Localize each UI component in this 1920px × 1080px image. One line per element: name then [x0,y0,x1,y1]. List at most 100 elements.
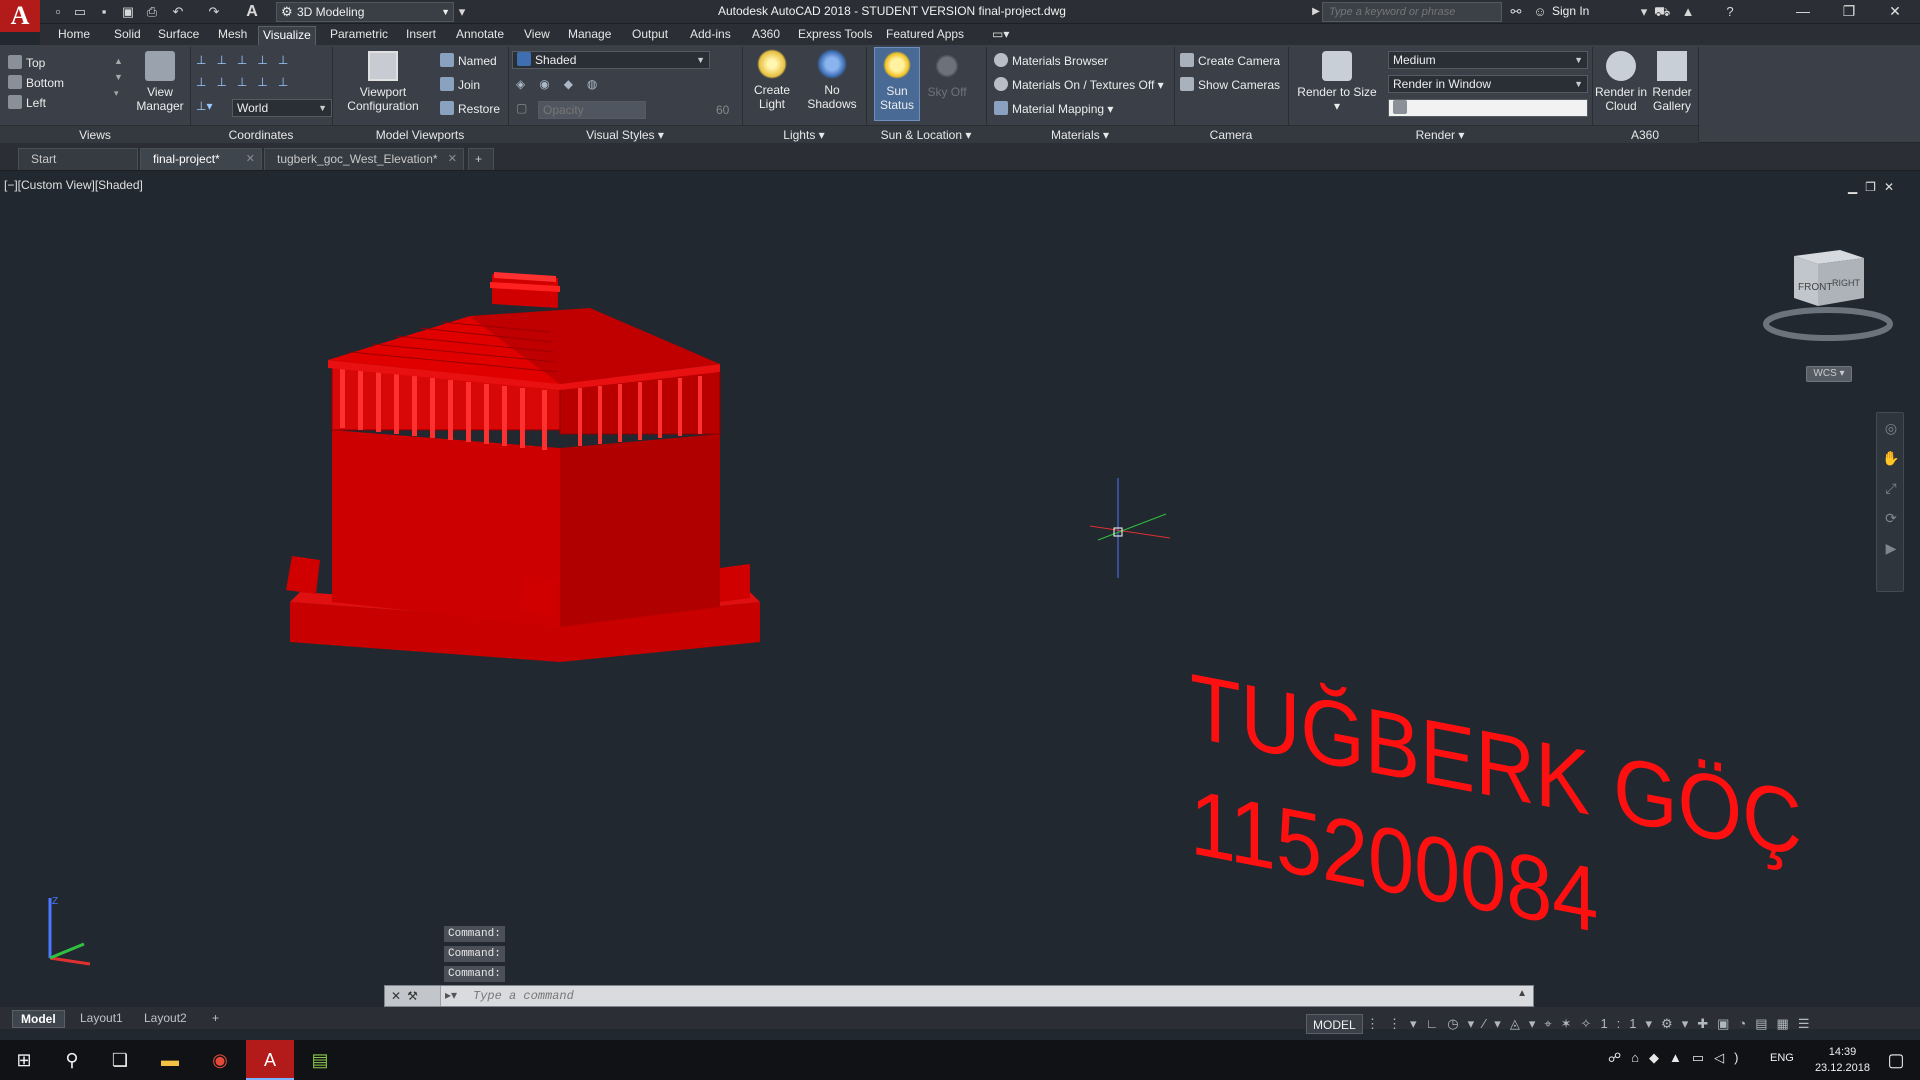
command-line-controls[interactable]: ✕⚒ [385,986,441,1006]
doc-tab-west-elevation[interactable]: tugberk_goc_West_Elevation* ✕ [264,148,464,170]
user-icon[interactable]: ☺ [1532,4,1548,20]
mausoleum-model[interactable] [280,272,780,692]
minimize-button[interactable]: — [1780,0,1826,24]
view-manager-button[interactable]: View Manager [136,51,184,113]
tab-insert[interactable]: Insert [402,26,440,45]
render-in-cloud-button[interactable]: Render in Cloud [1594,51,1648,113]
create-light-button[interactable]: Create Light [748,49,796,111]
visual-style-dropdown[interactable]: Shaded ▼ [512,51,710,69]
chrome-icon[interactable]: ◉ [196,1040,244,1080]
close-icon[interactable]: ✕ [448,149,457,169]
binoculars-icon[interactable]: ⚯ [1508,4,1524,20]
tab-output[interactable]: Output [628,26,672,45]
view-bottom[interactable]: Bottom [8,75,64,90]
new-layout-button[interactable]: + [204,1010,227,1028]
undo-icon[interactable]: ↶ [170,4,186,20]
plot-icon[interactable]: ⎙ [144,4,160,20]
tab-visualize[interactable]: Visualize [258,26,316,45]
redo-icon[interactable]: ↷ [206,4,222,20]
tab-featured-apps[interactable]: Featured Apps [882,26,968,45]
render-quality-dropdown[interactable]: Medium ▼ [1388,51,1588,69]
create-camera-button[interactable]: Create Camera [1180,53,1280,68]
view-left[interactable]: Left [8,95,46,110]
panel-title-materials[interactable]: Materials ▾ [986,125,1174,143]
render-gallery-button[interactable]: Render Gallery [1648,51,1696,113]
view-top[interactable]: Top [8,55,45,70]
chevron-down-icon[interactable]: ▾ [1636,4,1652,20]
status-bar-toggles[interactable]: ⋮⋮▾∟◷▾∕▾◬▾⌖✶✧1:1▾⚙▾✚▣◔▤▦☰ [1366,1016,1818,1032]
tab-add-ins[interactable]: Add-ins [686,26,735,45]
tab-surface[interactable]: Surface [154,26,203,45]
tab-a360[interactable]: A360 [748,26,784,45]
materials-textures-button[interactable]: Materials On / Textures Off ▾ [994,77,1164,92]
qat-customize-icon[interactable]: ▾ [454,4,470,20]
panel-title-camera[interactable]: Camera [1174,125,1288,143]
restore-button[interactable]: ❐ [1826,0,1872,24]
render-output-field[interactable] [1388,99,1588,117]
viewport-controls-label[interactable]: [−][Custom View][Shaded] [4,178,143,192]
save-as-icon[interactable]: ▣ [120,4,136,20]
viewcube-front-label[interactable]: FRONT [1798,282,1832,293]
sun-status-button[interactable]: Sun Status [874,47,920,121]
layout-tab-layout2[interactable]: Layout2 [136,1010,195,1028]
application-menu-button[interactable]: A [0,0,40,32]
tab-express-tools[interactable]: Express Tools [794,26,876,45]
panel-title-visual-styles[interactable]: Visual Styles ▾ [508,125,742,143]
workspace-dropdown[interactable]: ⚙ 3D Modeling ▼ [276,2,454,22]
panel-title-a360[interactable]: A360 [1592,125,1698,143]
command-history-toggle-icon[interactable]: ▲ [1517,988,1527,999]
new-file-icon[interactable]: ▫ [50,4,66,20]
wcs-menu-button[interactable]: WCS ▾ [1806,366,1852,382]
open-file-icon[interactable]: ▭ [72,4,88,20]
text-style-icon[interactable]: A [244,4,260,20]
layout-tab-layout1[interactable]: Layout1 [72,1010,131,1028]
tab-annotate[interactable]: Annotate [452,26,508,45]
notepad-icon[interactable]: ▤ [296,1040,344,1080]
render-destination-dropdown[interactable]: Render in Window ▼ [1388,75,1588,93]
autocad-taskbar-icon[interactable]: A [246,1040,294,1080]
material-mapping-button[interactable]: Material Mapping ▾ [994,101,1113,116]
join-viewports-button[interactable]: Join [440,77,480,92]
layout-tab-model[interactable]: Model [12,1010,65,1028]
doc-tab-final-project[interactable]: final-project* ✕ [140,148,262,170]
panel-title-coordinates[interactable]: Coordinates [190,125,332,143]
viewport-configuration-button[interactable]: Viewport Configuration [340,51,426,113]
ribbon-options-icon[interactable]: ▭▾ [988,26,1013,45]
restore-viewports-button[interactable]: Restore [440,101,500,116]
notifications-icon[interactable]: ▢ [1872,1040,1920,1080]
ucs-icons-row1[interactable]: ⊥⊥⊥⊥⊥ [196,53,298,67]
file-explorer-icon[interactable]: ▬ [146,1040,194,1080]
tab-view[interactable]: View [520,26,554,45]
opacity-icon[interactable]: ▢ [516,101,527,115]
tab-solid[interactable]: Solid [110,26,145,45]
viewcube-right-label[interactable]: RIGHT [1832,278,1861,288]
ucs-icons-row2[interactable]: ⊥⊥⊥⊥⊥ [196,75,298,89]
windows-start-icon[interactable]: ⊞ [0,1040,48,1080]
panel-title-views[interactable]: Views [0,125,190,143]
show-cameras-button[interactable]: Show Cameras [1180,77,1280,92]
panel-title-render[interactable]: Render ▾ [1288,125,1592,143]
a360-icon[interactable]: ▲ [1680,4,1696,20]
showmotion-icon[interactable]: ▶ [1877,533,1905,563]
panel-title-sun-location[interactable]: Sun & Location ▾ [866,125,986,143]
close-button[interactable]: ✕ [1872,0,1918,24]
language-indicator[interactable]: ENG [1770,1052,1794,1064]
sky-off-button[interactable]: Sky Off [924,51,970,99]
wrench-icon[interactable]: ⚒ [407,989,424,1003]
close-icon[interactable]: ✕ [391,989,407,1003]
cart-icon[interactable]: ⛟ [1654,4,1670,20]
model-viewport[interactable]: [−][Custom View][Shaded] ▁❐✕ TUĞBERK GÖÇ… [0,172,1920,1004]
tab-mesh[interactable]: Mesh [214,26,251,45]
opacity-input[interactable] [538,101,646,119]
tab-home[interactable]: Home [54,26,94,45]
steering-wheel-icon[interactable]: ◎ [1877,413,1905,443]
save-icon[interactable]: ▪ [96,4,112,20]
system-tray-icons[interactable]: ☍⌂◆▲▭◁) [1608,1050,1749,1066]
panel-title-model-viewports[interactable]: Model Viewports [332,125,508,143]
ucs-dropdown[interactable]: World ▼ [232,99,332,117]
model-space-button[interactable]: MODEL [1306,1014,1363,1034]
viewcube[interactable]: FRONT RIGHT [1758,242,1898,342]
new-tab-button[interactable]: + [468,148,494,170]
clock[interactable]: 14:39 23.12.2018 [1815,1044,1870,1076]
command-input[interactable] [473,986,1373,1006]
